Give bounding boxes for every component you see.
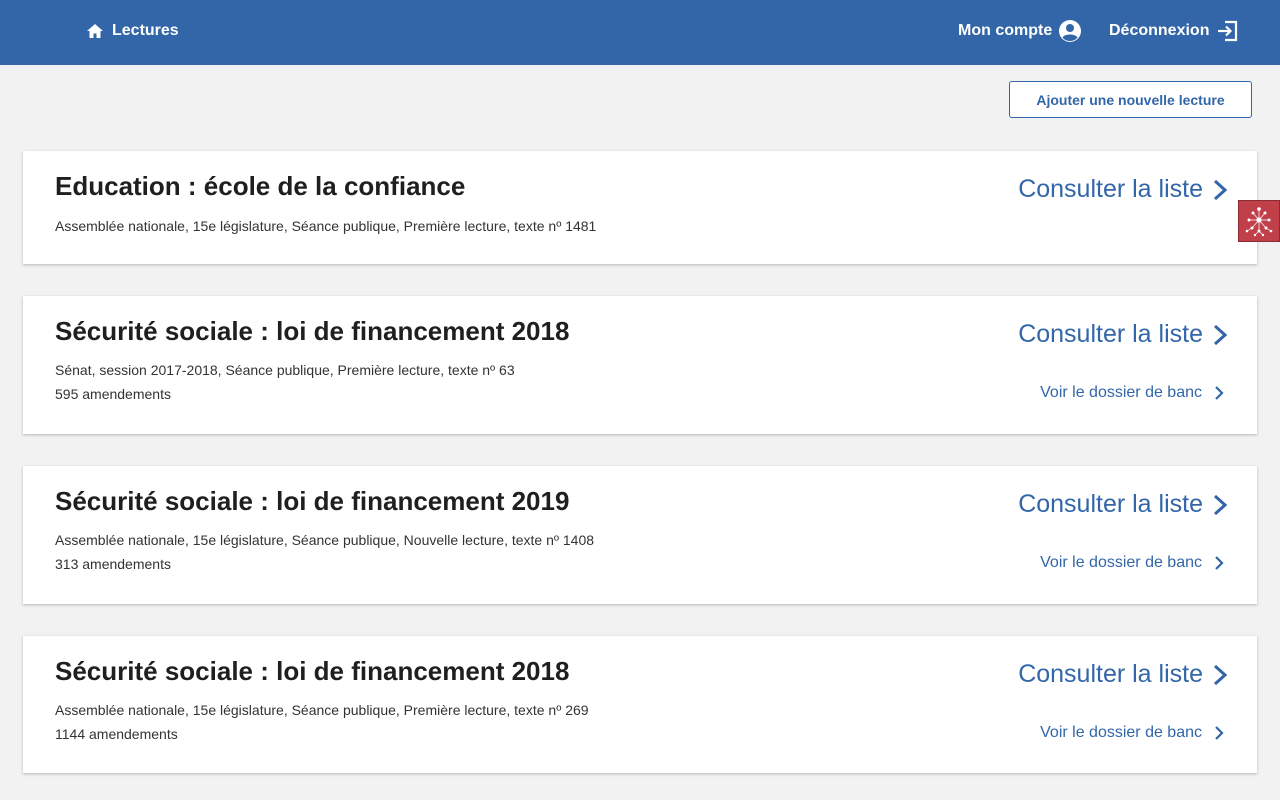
view-banc-file-link[interactable]: Voir le dossier de banc bbox=[1040, 724, 1224, 742]
consult-list-link[interactable]: Consulter la liste bbox=[1018, 490, 1227, 519]
side-widget-button[interactable] bbox=[1238, 200, 1280, 242]
lecture-meta: Assemblée nationale, 15e législature, Sé… bbox=[55, 532, 595, 548]
lecture-card: Sécurité sociale : loi de financement 20… bbox=[23, 636, 1257, 773]
chevron-right-icon bbox=[1213, 324, 1227, 345]
consult-list-label: Consulter la liste bbox=[1018, 490, 1203, 518]
nav-logout-label: Déconnexion bbox=[1109, 22, 1210, 39]
lecture-meta: Assemblée nationale, 15e législature, Sé… bbox=[55, 218, 597, 234]
chevron-right-icon bbox=[1213, 179, 1227, 200]
nav-account-link[interactable]: Mon compte bbox=[958, 17, 1082, 45]
consult-list-link[interactable]: Consulter la liste bbox=[1018, 660, 1227, 689]
lecture-title: Education : école de la confiance bbox=[55, 171, 466, 201]
nav-logout-link[interactable]: Déconnexion bbox=[1109, 17, 1239, 45]
lecture-card: Education : école de la confiance Assemb… bbox=[23, 151, 1257, 264]
lecture-meta: Assemblée nationale, 15e législature, Sé… bbox=[55, 702, 589, 718]
view-banc-file-label: Voir le dossier de banc bbox=[1040, 554, 1202, 571]
logout-icon bbox=[1218, 20, 1238, 42]
chevron-right-icon bbox=[1215, 556, 1224, 570]
consult-list-link[interactable]: Consulter la liste bbox=[1018, 320, 1227, 349]
network-graph-icon bbox=[1245, 207, 1273, 237]
consult-list-label: Consulter la liste bbox=[1018, 320, 1203, 348]
amendment-count: 1144 amendements bbox=[55, 726, 178, 742]
lecture-card: Sécurité sociale : loi de financement 20… bbox=[23, 466, 1257, 604]
lecture-title: Sécurité sociale : loi de financement 20… bbox=[55, 656, 570, 686]
lecture-meta: Sénat, session 2017-2018, Séance publiqu… bbox=[55, 362, 515, 378]
consult-list-link[interactable]: Consulter la liste bbox=[1018, 175, 1227, 204]
nav-account-label: Mon compte bbox=[958, 22, 1053, 39]
chevron-right-icon bbox=[1213, 494, 1227, 515]
nav-home-link[interactable]: Lectures bbox=[86, 19, 179, 43]
lecture-title: Sécurité sociale : loi de financement 20… bbox=[55, 486, 570, 516]
consult-list-label: Consulter la liste bbox=[1018, 175, 1203, 203]
home-icon bbox=[87, 24, 103, 38]
chevron-right-icon bbox=[1213, 664, 1227, 685]
consult-list-label: Consulter la liste bbox=[1018, 660, 1203, 688]
add-lecture-button[interactable]: Ajouter une nouvelle lecture bbox=[1009, 81, 1252, 118]
chevron-right-icon bbox=[1215, 726, 1224, 740]
nav-home-label: Lectures bbox=[112, 22, 179, 39]
lecture-card: Sécurité sociale : loi de financement 20… bbox=[23, 296, 1257, 434]
account-circle-icon bbox=[1059, 20, 1082, 42]
amendment-count: 313 amendements bbox=[55, 556, 171, 572]
top-navigation-bar: Lectures Mon compte Déconnexion bbox=[0, 0, 1280, 65]
chevron-right-icon bbox=[1215, 386, 1224, 400]
view-banc-file-link[interactable]: Voir le dossier de banc bbox=[1040, 554, 1224, 572]
view-banc-file-label: Voir le dossier de banc bbox=[1040, 724, 1202, 741]
view-banc-file-link[interactable]: Voir le dossier de banc bbox=[1040, 384, 1224, 402]
lecture-title: Sécurité sociale : loi de financement 20… bbox=[55, 316, 570, 346]
view-banc-file-label: Voir le dossier de banc bbox=[1040, 384, 1202, 401]
amendment-count: 595 amendements bbox=[55, 386, 171, 402]
